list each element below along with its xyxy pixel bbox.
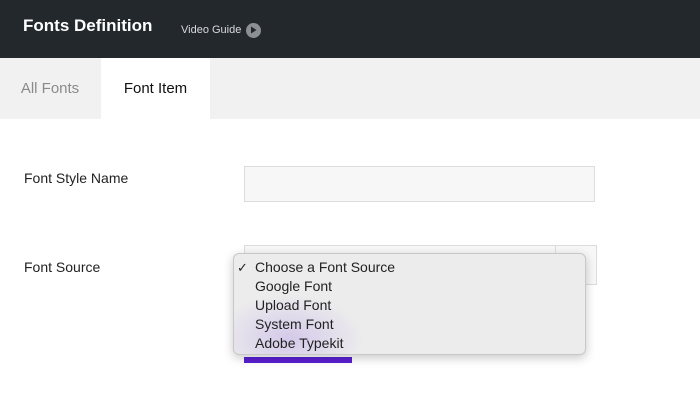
tab-bar: All Fonts Font Item <box>0 58 700 119</box>
font-style-name-label: Font Style Name <box>24 170 129 186</box>
font-style-name-input[interactable] <box>244 166 595 202</box>
checkmark-icon: ✓ <box>237 260 248 275</box>
font-source-dropdown: ✓ Choose a Font Source Google Font Uploa… <box>233 253 586 355</box>
page-title: Fonts Definition <box>23 16 153 35</box>
tab-font-item[interactable]: Font Item <box>101 58 210 119</box>
option-system-font[interactable]: System Font <box>234 315 585 334</box>
option-adobe-typekit[interactable]: Adobe Typekit <box>234 334 585 353</box>
option-choose-font-source[interactable]: ✓ Choose a Font Source <box>234 258 585 277</box>
play-circle-icon <box>246 22 262 38</box>
tab-all-fonts[interactable]: All Fonts <box>0 58 100 119</box>
video-guide-label: Video Guide <box>181 24 242 36</box>
option-google-font[interactable]: Google Font <box>234 277 585 296</box>
option-label: Google Font <box>255 278 333 294</box>
accent-bar <box>244 357 352 363</box>
option-label: Choose a Font Source <box>255 259 396 275</box>
video-guide-link[interactable]: Video Guide <box>181 22 262 38</box>
option-label: System Font <box>255 316 334 332</box>
option-label: Upload Font <box>255 297 332 313</box>
option-label: Adobe Typekit <box>255 335 344 351</box>
option-upload-font[interactable]: Upload Font <box>234 296 585 315</box>
font-source-label: Font Source <box>24 259 101 275</box>
top-bar: Fonts Definition Video Guide <box>0 0 700 58</box>
